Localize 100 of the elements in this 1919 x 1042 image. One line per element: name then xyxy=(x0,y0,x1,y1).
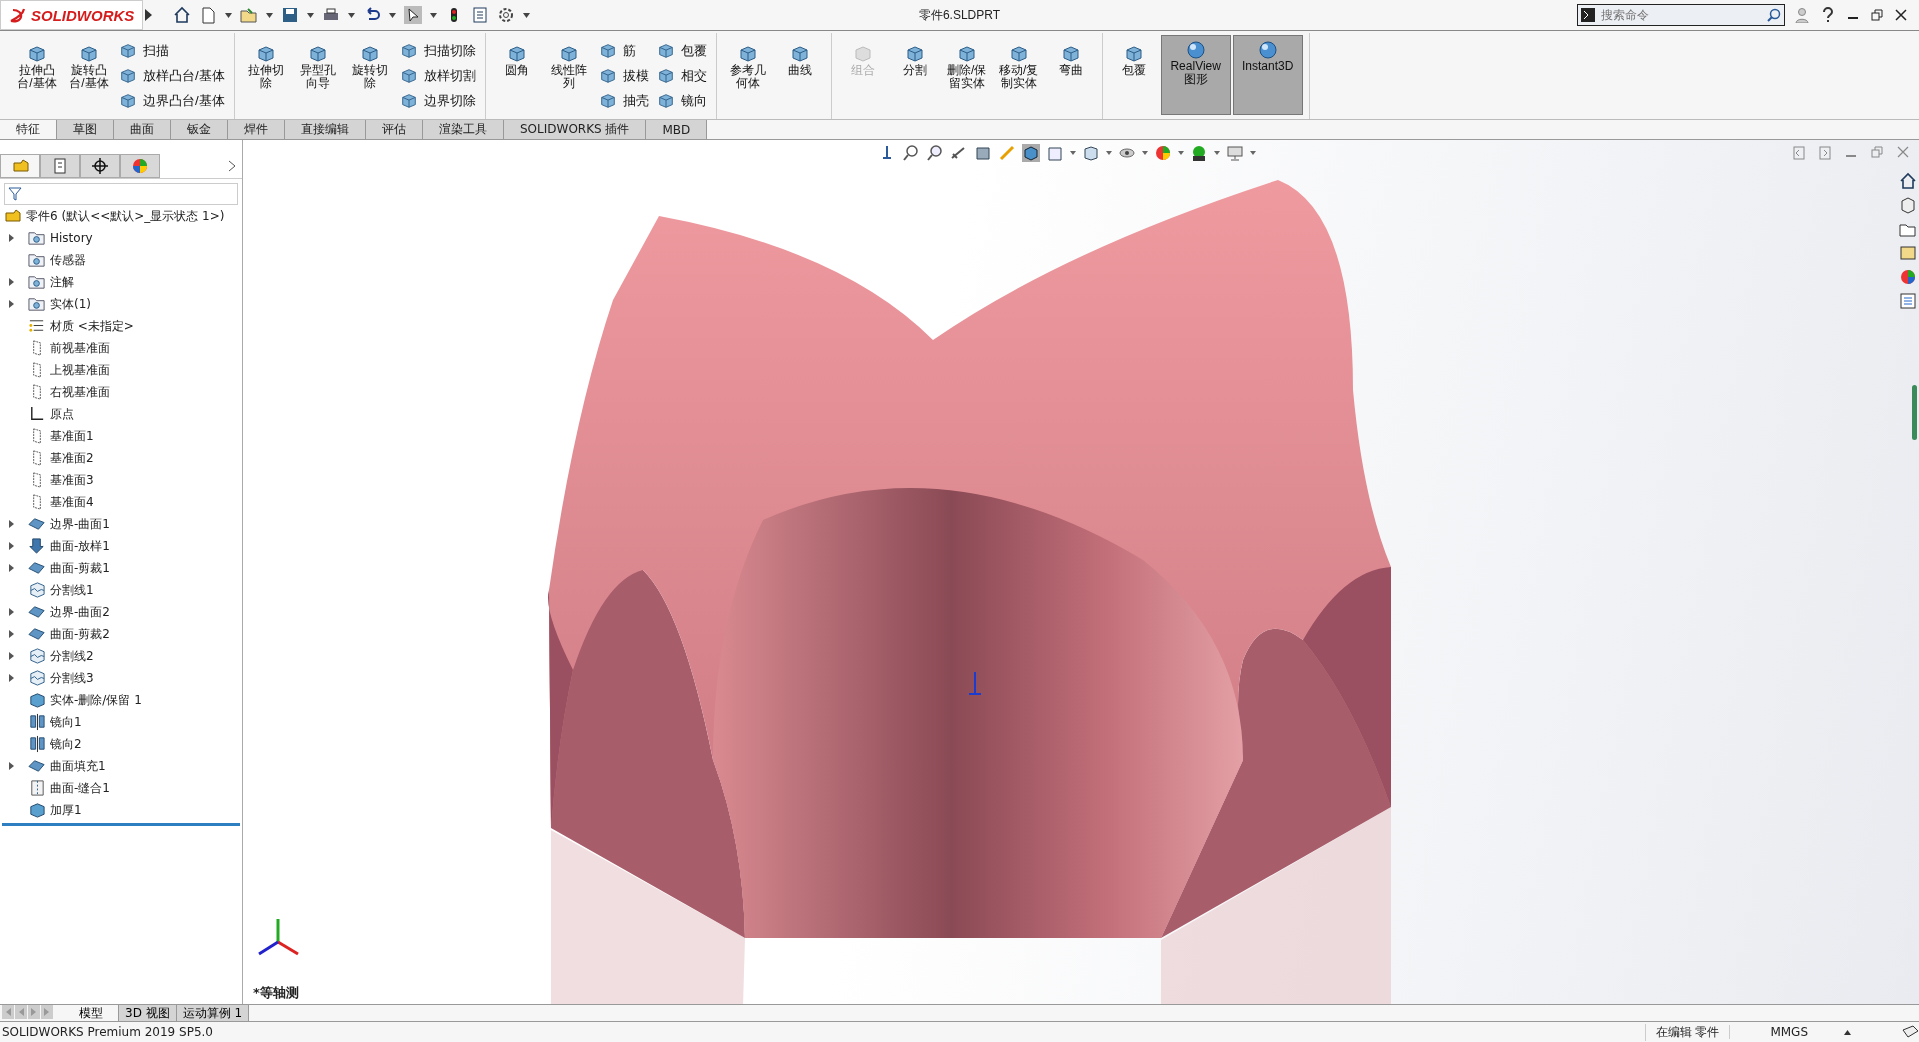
user-icon[interactable] xyxy=(1795,7,1809,23)
tool-button[interactable]: 旋转切除 xyxy=(344,39,395,113)
tool-button[interactable]: 包覆 xyxy=(1108,39,1159,113)
zoom-area-icon[interactable] xyxy=(926,144,944,162)
tool-button[interactable]: RealView 图形 xyxy=(1160,35,1231,115)
ribbon-tab[interactable]: 直接编辑 xyxy=(285,120,366,139)
ribbon-tab[interactable]: SOLIDWORKS 插件 xyxy=(504,120,647,139)
filter-field[interactable] xyxy=(4,183,238,205)
caret-icon[interactable] xyxy=(430,12,438,18)
tree-item[interactable]: 实体-删除/保留 1 xyxy=(50,691,142,709)
expand-arrow-icon[interactable] xyxy=(8,608,14,616)
caret-icon[interactable] xyxy=(307,12,315,18)
tool-button[interactable]: 边界凸台/基体 xyxy=(116,91,228,111)
tool-button[interactable]: 参考几何体 xyxy=(722,39,773,113)
caret-icon[interactable] xyxy=(1214,151,1220,155)
expand-arrow-icon[interactable] xyxy=(8,300,14,308)
tree-item[interactable]: 分割线2 xyxy=(50,647,94,665)
caret-icon[interactable] xyxy=(1250,151,1256,155)
tool-button[interactable]: 分割 xyxy=(889,39,940,113)
tree-item[interactable]: 上视基准面 xyxy=(50,361,110,379)
caret-icon[interactable] xyxy=(225,12,233,18)
tool-button[interactable]: 扫描 xyxy=(116,41,228,61)
view-tab[interactable]: 运动算例 1 xyxy=(176,1005,250,1021)
tree-item[interactable]: 边界-曲面2 xyxy=(50,603,110,621)
monitor-icon[interactable] xyxy=(1226,144,1244,162)
caret-icon[interactable] xyxy=(266,12,274,18)
home-icon[interactable] xyxy=(1899,172,1917,190)
save-icon[interactable] xyxy=(281,6,300,24)
tool-button[interactable]: 线性阵列 xyxy=(543,39,594,113)
ribbon-tab[interactable]: 钣金 xyxy=(171,120,228,139)
units-selector[interactable]: MMGS xyxy=(1770,1025,1808,1039)
expand-arrow-icon[interactable] xyxy=(8,520,14,528)
caret-icon[interactable] xyxy=(523,12,531,18)
caret-icon[interactable] xyxy=(1142,151,1148,155)
tool-button[interactable]: 扫描切除 xyxy=(396,41,479,61)
tree-item[interactable]: 分割线3 xyxy=(50,669,94,687)
expand-arrow-icon[interactable] xyxy=(143,8,154,22)
tool-button[interactable]: 移动/复制实体 xyxy=(993,39,1044,113)
zoom-fit-icon[interactable] xyxy=(902,144,920,162)
select-pointer-icon[interactable] xyxy=(404,6,423,24)
search-box[interactable]: 搜索命令 xyxy=(1577,4,1785,26)
tree-item[interactable]: 右视基准面 xyxy=(50,383,110,401)
tree-item[interactable]: 曲面填充1 xyxy=(50,757,106,775)
ribbon-tab[interactable]: 焊件 xyxy=(228,120,285,139)
tool-button[interactable]: 拉伸凸台/基体 xyxy=(12,39,62,113)
tool-button[interactable]: 放样切割 xyxy=(396,66,479,86)
view-tab[interactable]: 3D 视图 xyxy=(119,1005,177,1021)
settings-icon[interactable] xyxy=(497,6,516,24)
tree-item[interactable]: 实体(1) xyxy=(50,295,91,313)
expand-arrow-icon[interactable] xyxy=(8,762,14,770)
tool-button[interactable]: 弯曲 xyxy=(1045,39,1096,113)
tool-button[interactable]: 曲线 xyxy=(774,39,825,113)
tool-button[interactable]: 放样凸台/基体 xyxy=(116,66,228,86)
search-field[interactable]: 搜索命令 xyxy=(1599,7,1763,23)
caret-icon[interactable] xyxy=(1178,151,1184,155)
help-icon[interactable] xyxy=(1821,7,1835,23)
caret-icon[interactable] xyxy=(1070,151,1076,155)
expand-arrow-icon[interactable] xyxy=(8,564,14,572)
new-file-icon[interactable] xyxy=(199,6,218,24)
appearance-icon[interactable] xyxy=(1899,268,1917,286)
tool-button[interactable]: 圆角 xyxy=(491,39,542,113)
tool-button[interactable]: 包覆 xyxy=(653,41,710,61)
tree-item[interactable]: 基准面2 xyxy=(50,449,94,467)
tool-button[interactable]: 删除/保留实体 xyxy=(941,39,992,113)
shaded-cube-icon[interactable] xyxy=(1022,144,1040,162)
caret-up-icon[interactable] xyxy=(1844,1029,1851,1035)
restore-icon[interactable] xyxy=(1871,9,1883,21)
scroll-handle[interactable] xyxy=(1912,385,1917,440)
tree-item[interactable]: 原点 xyxy=(50,405,74,423)
palette-icon[interactable] xyxy=(1899,244,1917,262)
tree-item[interactable]: 基准面1 xyxy=(50,427,94,445)
tile-right-icon[interactable] xyxy=(1819,146,1831,160)
search-icon[interactable] xyxy=(1767,8,1781,22)
open-folder-icon[interactable] xyxy=(240,6,259,24)
file-properties-icon[interactable] xyxy=(471,6,490,24)
tool-button[interactable]: 拔模 xyxy=(595,66,652,86)
caret-icon[interactable] xyxy=(348,12,356,18)
expand-arrow-icon[interactable] xyxy=(8,674,14,682)
tree-item[interactable]: 材质 <未指定> xyxy=(50,317,134,335)
tree-item[interactable]: 镜向1 xyxy=(50,713,82,731)
home-icon[interactable] xyxy=(173,6,192,24)
ribbon-tab[interactable]: 曲面 xyxy=(114,120,171,139)
caret-icon[interactable] xyxy=(389,12,397,18)
tree-item[interactable]: 曲面-放样1 xyxy=(50,537,110,555)
tool-button[interactable]: 相交 xyxy=(653,66,710,86)
caret-icon[interactable] xyxy=(1106,151,1112,155)
tree-item[interactable]: 分割线1 xyxy=(50,581,94,599)
tile-left-icon[interactable] xyxy=(1793,146,1805,160)
tool-button[interactable]: 筋 xyxy=(595,41,652,61)
library-icon[interactable] xyxy=(1899,196,1917,214)
tree-item[interactable]: 注解 xyxy=(50,273,74,291)
tool-button[interactable]: Instant3D xyxy=(1232,35,1303,115)
tree-item[interactable]: 曲面-剪裁2 xyxy=(50,625,110,643)
tree-item[interactable]: 传感器 xyxy=(50,251,86,269)
tree-item[interactable]: 镜向2 xyxy=(50,735,82,753)
tree-item[interactable]: 基准面4 xyxy=(50,493,94,511)
tool-button[interactable]: 镜向 xyxy=(653,91,710,111)
ribbon-tab[interactable]: MBD xyxy=(646,120,708,139)
ribbon-tab[interactable]: 评估 xyxy=(366,120,423,139)
ribbon-tab[interactable]: 草图 xyxy=(57,120,114,139)
